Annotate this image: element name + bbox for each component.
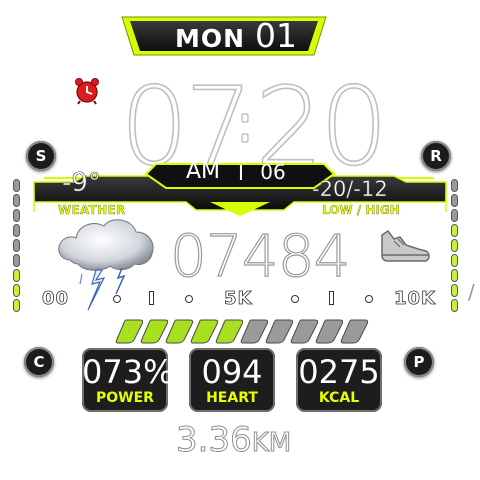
time-colon bbox=[241, 113, 249, 143]
kcal-label: KCAL bbox=[318, 390, 360, 406]
progress-segment-empty bbox=[340, 319, 369, 344]
side-bar-segment bbox=[14, 195, 19, 206]
side-bar-segment bbox=[14, 210, 19, 221]
distance: 3.36KM bbox=[176, 420, 336, 461]
side-bar-segment bbox=[452, 195, 457, 206]
low-high-label: LOW / HIGH bbox=[322, 203, 400, 217]
side-bar-segment bbox=[14, 225, 19, 236]
shoe-icon[interactable] bbox=[378, 225, 432, 267]
step-count: 07484 bbox=[169, 222, 351, 290]
progress-segment-empty bbox=[265, 319, 294, 344]
scale-end: 10K bbox=[394, 288, 436, 310]
heart-value: 094 bbox=[201, 353, 263, 391]
progress-segment-filled bbox=[190, 319, 219, 344]
kcal-button[interactable]: 0275 KCAL bbox=[296, 348, 382, 412]
scale-start: 00 bbox=[42, 288, 70, 310]
side-bar-segment bbox=[452, 180, 457, 191]
right-battery-bars bbox=[452, 180, 462, 311]
step-goal-progress bbox=[115, 319, 369, 344]
scale-dot bbox=[186, 296, 192, 302]
side-bar-segment bbox=[452, 300, 457, 311]
side-bar-segment bbox=[14, 285, 19, 296]
side-bar-segment bbox=[452, 210, 457, 221]
p-button[interactable]: P bbox=[404, 347, 434, 377]
low-high-temperature: -20/-12 bbox=[312, 177, 388, 202]
scale-dot bbox=[292, 296, 298, 302]
date-day: MON bbox=[174, 24, 246, 53]
progress-segment-empty bbox=[315, 319, 344, 344]
scale-tick bbox=[330, 292, 333, 304]
side-bar-segment bbox=[452, 285, 457, 296]
side-bar-segment bbox=[14, 270, 19, 281]
seconds-separator: I bbox=[238, 161, 244, 185]
side-bar-segment bbox=[452, 270, 457, 281]
ampm-indicator: AM bbox=[185, 159, 221, 184]
side-bar-segment bbox=[452, 255, 457, 266]
kcal-value: 0275 bbox=[298, 353, 380, 391]
power-button[interactable]: 073% POWER bbox=[82, 348, 174, 412]
scale-separator: / bbox=[468, 280, 475, 304]
side-bar-segment bbox=[14, 240, 19, 251]
power-value: 073% bbox=[82, 353, 174, 391]
progress-segment-filled bbox=[215, 319, 244, 344]
scale-tick bbox=[150, 292, 153, 304]
progress-segment-empty bbox=[240, 319, 269, 344]
side-bar-segment bbox=[14, 180, 19, 191]
c-button[interactable]: C bbox=[24, 347, 54, 377]
side-bar-segment bbox=[452, 240, 457, 251]
temperature: -9° bbox=[62, 168, 102, 199]
distance-value: 3.36 bbox=[176, 420, 253, 461]
progress-segment-empty bbox=[290, 319, 319, 344]
side-bar-segment bbox=[14, 255, 19, 266]
date-number: 01 bbox=[255, 16, 297, 55]
heart-button[interactable]: 094 HEART bbox=[189, 348, 275, 412]
scale-dot bbox=[366, 296, 372, 302]
scale-dot bbox=[114, 296, 120, 302]
side-bar-segment bbox=[452, 225, 457, 236]
distance-unit: KM bbox=[251, 428, 292, 459]
left-battery-bars bbox=[14, 180, 24, 311]
progress-segment-filled bbox=[140, 319, 169, 344]
progress-segment-filled bbox=[165, 319, 194, 344]
progress-segment-filled bbox=[115, 319, 144, 344]
seconds: 06 bbox=[260, 160, 286, 184]
scale-mid: 5K bbox=[224, 288, 253, 310]
watch-face: MON 01 07 20 S R C P AM I 06 -9° WEATHER… bbox=[0, 0, 480, 480]
side-bar-segment bbox=[14, 300, 19, 311]
heart-label: HEART bbox=[206, 390, 258, 406]
alarm-icon[interactable] bbox=[72, 76, 102, 106]
power-label: POWER bbox=[96, 390, 154, 406]
